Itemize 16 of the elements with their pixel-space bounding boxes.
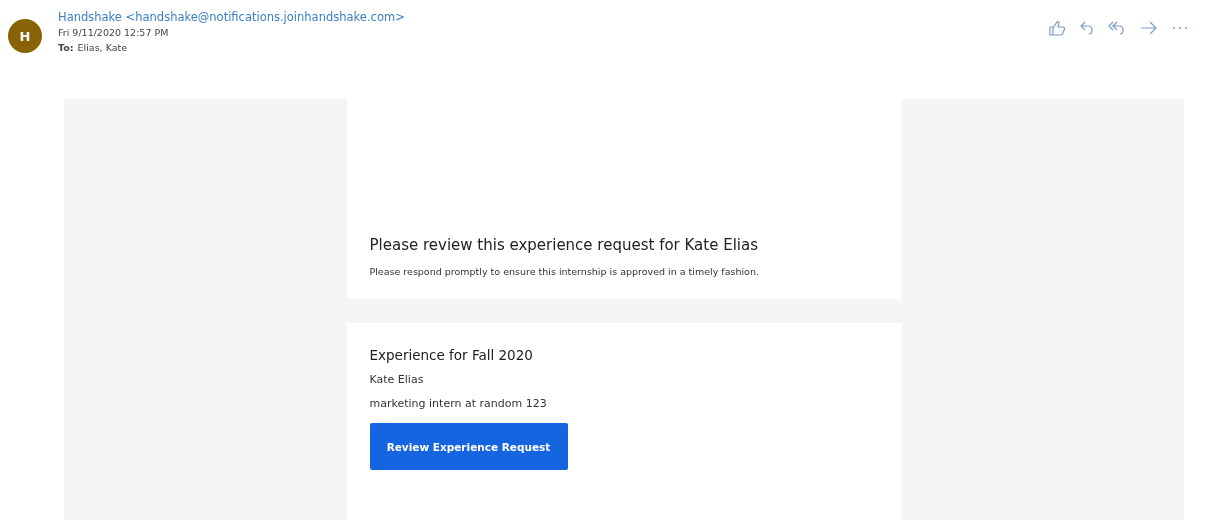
reply-all-icon[interactable]	[1108, 20, 1126, 36]
more-icon[interactable]	[1172, 26, 1188, 30]
reply-icon[interactable]	[1080, 20, 1094, 36]
sent-date: Fri 9/11/2020 12:57 PM	[58, 26, 170, 40]
experience-heading: Experience for Fall 2020	[369, 347, 534, 363]
to-label: To:	[58, 41, 74, 55]
sender-name[interactable]: Handshake <handshake@notifications.joinhandshake.com>	[58, 9, 405, 25]
thumbs-up-icon[interactable]	[1048, 20, 1066, 36]
student-name: Kate Elias	[369, 373, 425, 386]
experience-role: marketing intern at random 123	[369, 397, 548, 410]
intro-heading: Please review this experience request for Kate Elias	[369, 236, 759, 254]
intro-text: Please respond promptly to ensure this internship is approved in a timely fashion.	[369, 266, 760, 277]
forward-icon[interactable]	[1140, 20, 1158, 36]
recipients: Elias, Kate	[77, 41, 128, 55]
sender-avatar: H	[8, 19, 42, 53]
review-request-button[interactable]: Review Experience Request	[369, 423, 568, 470]
